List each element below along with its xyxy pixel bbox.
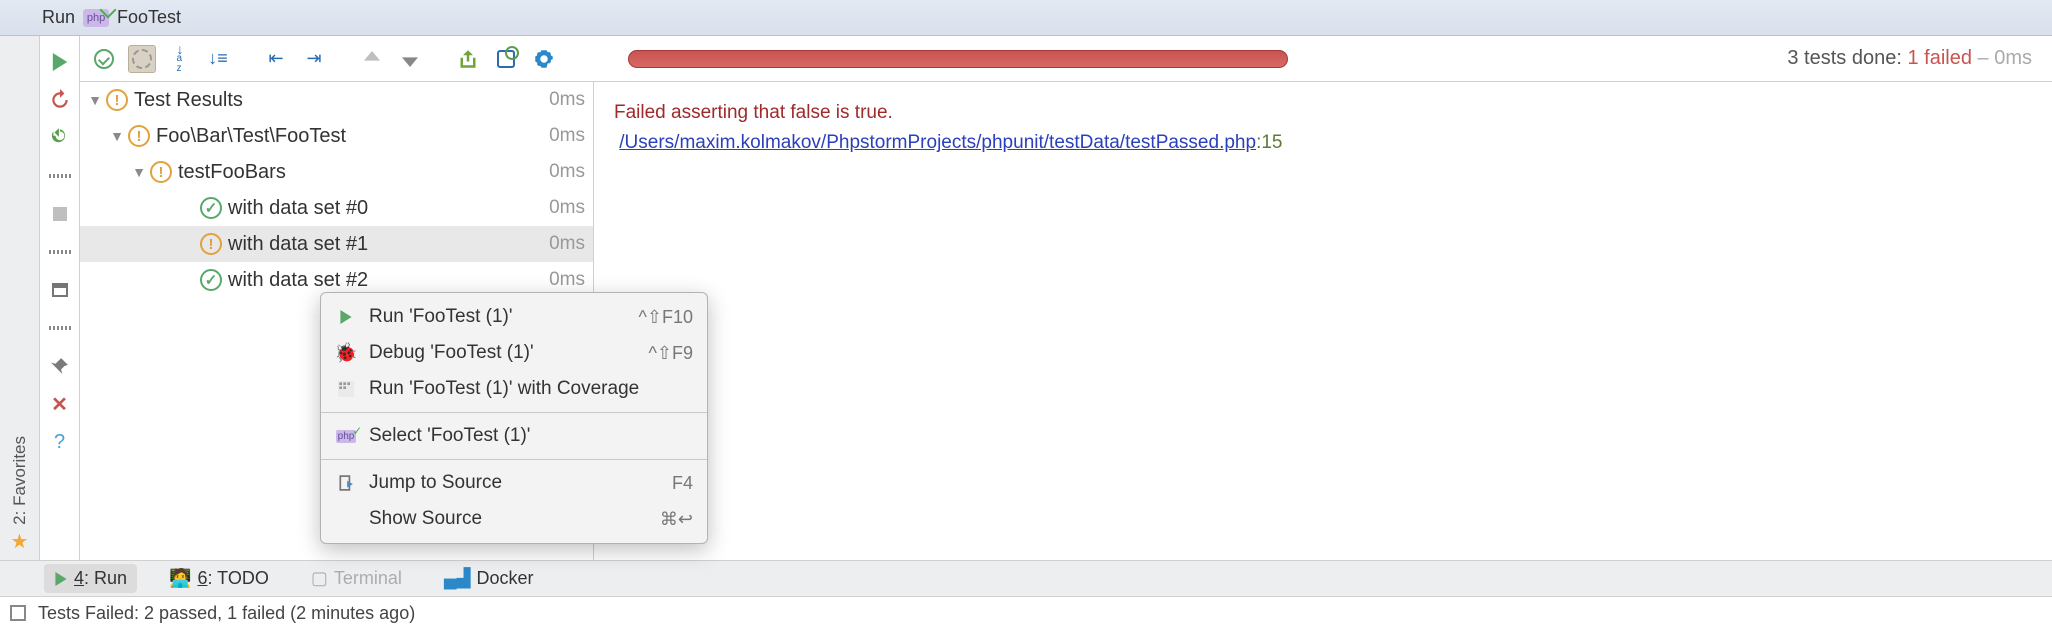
- export-icon[interactable]: [454, 45, 482, 73]
- prev-failed-icon[interactable]: [358, 45, 386, 73]
- status-icon: [10, 605, 26, 621]
- chevron-down-icon[interactable]: ▼: [88, 92, 102, 108]
- menu-coverage[interactable]: Run 'FooTest (1)' with Coverage: [321, 371, 707, 407]
- error-message: Failed asserting that false is true.: [614, 98, 2032, 128]
- menu-select[interactable]: php✓ Select 'FooTest (1)': [321, 418, 707, 454]
- status-warn-icon: !: [200, 233, 222, 255]
- run-header: Run php FooTest: [0, 0, 2052, 36]
- status-text: Tests Failed: 2 passed, 1 failed (2 minu…: [38, 603, 415, 624]
- menu-separator: [321, 459, 707, 460]
- status-warn-icon: !: [106, 89, 128, 111]
- status-bar: Tests Failed: 2 passed, 1 failed (2 minu…: [0, 596, 2052, 629]
- menu-show-source[interactable]: Show Source ⌘↩: [321, 501, 707, 537]
- source-link[interactable]: /Users/maxim.kolmakov/PhpstormProjects/p…: [619, 132, 1256, 153]
- menu-run[interactable]: Run 'FooTest (1)' ^⇧F10: [321, 299, 707, 335]
- expand-all-icon[interactable]: ⇥: [300, 45, 328, 73]
- run-label: Run: [42, 7, 75, 28]
- favorites-tab[interactable]: 2: Favorites: [10, 436, 30, 525]
- tab-todo[interactable]: 🧑‍💻 6: TODO: [159, 564, 279, 593]
- test-tree[interactable]: ▼ ! Test Results 0ms ▼ ! Foo\Bar\Test\Fo…: [80, 82, 594, 560]
- test-summary: 3 tests done: 1 failed – 0ms: [1787, 47, 2042, 70]
- php-icon: php: [83, 9, 109, 27]
- settings-icon[interactable]: [530, 45, 558, 73]
- pin-icon[interactable]: [48, 354, 72, 378]
- help-icon[interactable]: ?: [48, 430, 72, 454]
- status-pass-icon: ✓: [200, 197, 222, 219]
- tab-run[interactable]: 4: Run: [44, 564, 137, 593]
- tree-node[interactable]: ! with data set #1 0ms: [80, 226, 593, 262]
- test-toolbar: ↓az ↓≡ ⇤ ⇥ 3 tests done: 1 failed – 0ms: [80, 36, 2052, 82]
- dots-separator-icon: [48, 164, 72, 188]
- status-pass-icon: ✓: [200, 269, 222, 291]
- tree-node[interactable]: ▼ ! Test Results 0ms: [80, 82, 593, 118]
- bug-icon: 🐞: [335, 341, 357, 365]
- tab-docker[interactable]: ▄▟ Docker: [434, 564, 544, 593]
- toggle-auto-icon[interactable]: [48, 126, 72, 150]
- menu-jump[interactable]: Jump to Source F4: [321, 465, 707, 501]
- terminal-icon: ▢: [311, 568, 328, 589]
- tree-node[interactable]: ▼ ! testFooBars 0ms: [80, 154, 593, 190]
- chevron-down-icon[interactable]: ▼: [132, 164, 146, 180]
- context-menu: Run 'FooTest (1)' ^⇧F10 🐞 Debug 'FooTest…: [320, 292, 708, 544]
- tree-node[interactable]: ▼ ! Foo\Bar\Test\FooTest 0ms: [80, 118, 593, 154]
- close-icon[interactable]: ✕: [48, 392, 72, 416]
- history-icon[interactable]: [492, 45, 520, 73]
- stack-line: /Users/maxim.kolmakov/PhpstormProjects/p…: [614, 128, 2032, 158]
- sort-duration-icon[interactable]: ↓≡: [204, 45, 232, 73]
- rerun-icon[interactable]: [48, 50, 72, 74]
- bottom-tool-tabs: 4: Run 🧑‍💻 6: TODO ▢ Terminal ▄▟ Docker: [0, 560, 2052, 596]
- progress-bar: [628, 50, 1288, 68]
- run-action-toolbar: ✕ ?: [40, 36, 80, 560]
- collapse-all-icon[interactable]: ⇤: [262, 45, 290, 73]
- php-icon: php✓: [335, 430, 357, 443]
- menu-debug[interactable]: 🐞 Debug 'FooTest (1)' ^⇧F9: [321, 335, 707, 371]
- sort-icon[interactable]: ↓az: [166, 45, 194, 73]
- stop-icon[interactable]: [48, 202, 72, 226]
- run-config-name: FooTest: [117, 7, 181, 28]
- chevron-down-icon[interactable]: ▼: [110, 128, 124, 144]
- test-output[interactable]: Failed asserting that false is true. /Us…: [594, 82, 2052, 560]
- star-icon: ★: [11, 529, 29, 554]
- layout-icon[interactable]: [48, 278, 72, 302]
- coverage-icon: [335, 381, 357, 397]
- rerun-failed-icon[interactable]: [48, 88, 72, 112]
- play-icon: [335, 310, 357, 324]
- tree-node[interactable]: ✓ with data set #0 0ms: [80, 190, 593, 226]
- status-warn-icon: !: [128, 125, 150, 147]
- next-failed-icon[interactable]: [396, 45, 424, 73]
- tab-terminal[interactable]: ▢ Terminal: [301, 564, 412, 593]
- status-warn-icon: !: [150, 161, 172, 183]
- jump-to-source-icon: [335, 475, 357, 491]
- show-ignored-icon[interactable]: [128, 45, 156, 73]
- left-tool-strip: 2: Favorites ★: [0, 36, 40, 560]
- todo-icon: 🧑‍💻: [169, 568, 191, 589]
- dots-separator-icon: [48, 240, 72, 264]
- dots-separator-icon: [48, 316, 72, 340]
- menu-separator: [321, 412, 707, 413]
- show-passed-icon[interactable]: [90, 45, 118, 73]
- docker-icon: ▄▟: [444, 568, 471, 589]
